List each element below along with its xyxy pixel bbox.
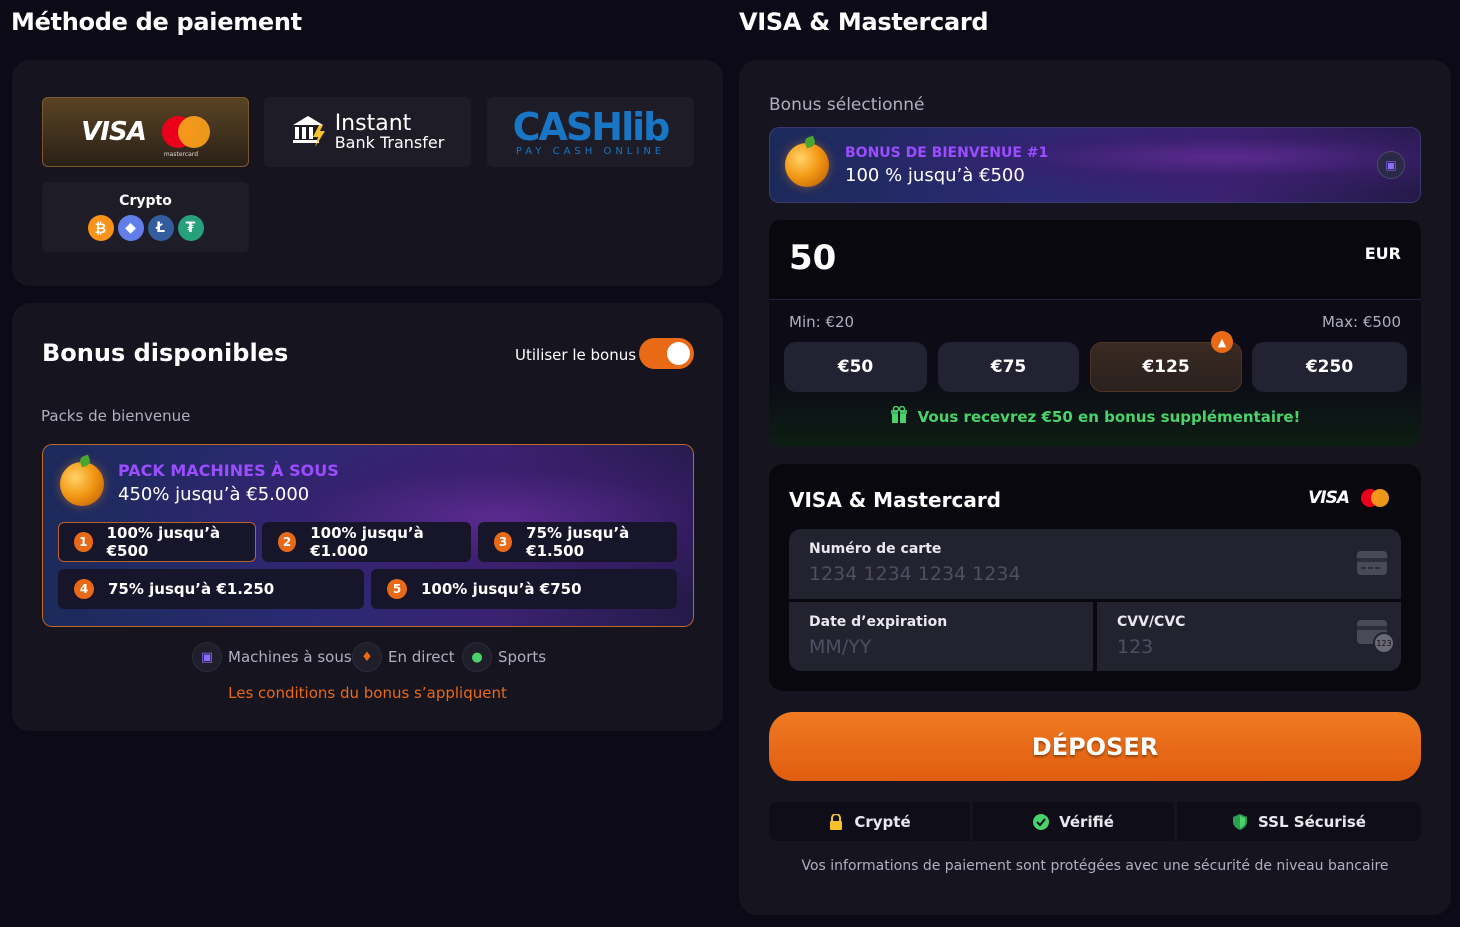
credit-card-icon xyxy=(1357,551,1387,579)
trust-encrypted: Crypté xyxy=(769,802,970,841)
selected-bonus-card[interactable]: BONUS DE BIENVENUE #1 100 % jusqu’à €500… xyxy=(769,127,1421,203)
deposit-button[interactable]: DÉPOSER xyxy=(769,712,1421,781)
expiry-input[interactable] xyxy=(809,636,1053,658)
ethereum-icon: ◆ xyxy=(117,215,144,241)
pack-subtitle: 450% jusqu’à €5.000 xyxy=(118,484,310,505)
quick-amount-50[interactable]: €50 xyxy=(784,342,927,392)
card-number-input[interactable] xyxy=(809,563,1299,585)
live-casino-icon: ♦ xyxy=(352,642,382,672)
slots-pack-card[interactable]: PACK MACHINES À SOUS 450% jusqu’à €5.000… xyxy=(42,444,694,627)
visa-logo: VISA xyxy=(1308,488,1350,508)
slot-machine-icon: ▣ xyxy=(1377,151,1405,179)
min-amount: Min: €20 xyxy=(789,313,855,331)
lock-icon xyxy=(828,813,844,830)
cashlib-logo: CASHlib xyxy=(512,104,671,149)
quick-amount-250[interactable]: €250 xyxy=(1252,342,1407,392)
mastercard-logo: mastercard xyxy=(161,116,210,158)
cvv-label: CVV/CVC xyxy=(1117,614,1186,630)
visa-logo: VISA xyxy=(81,117,147,147)
bank-icon xyxy=(291,113,327,151)
tether-icon: ₮ xyxy=(177,215,204,241)
fruit-icon xyxy=(60,462,104,506)
bonus-panel: Bonus disponibles Utiliser le bonus Pack… xyxy=(12,303,723,731)
fire-icon: ▲ xyxy=(1211,331,1233,353)
fruit-icon xyxy=(785,143,829,187)
card-brand-logos: VISA xyxy=(1308,488,1389,508)
quick-amount-75[interactable]: €75 xyxy=(938,342,1079,392)
category-sports: ● Sports xyxy=(462,642,546,672)
amount-value[interactable]: 50 xyxy=(789,238,836,278)
card-number-field[interactable]: Numéro de carte xyxy=(789,529,1401,599)
cvv-input[interactable] xyxy=(1117,636,1361,658)
cashlib-tagline: PAY CASH ONLINE xyxy=(515,145,666,157)
pack-step-3[interactable]: 3 75% jusqu’à €1.500 xyxy=(478,522,677,562)
max-amount: Max: €500 xyxy=(1321,313,1401,331)
shield-icon xyxy=(1232,813,1248,830)
security-footer: Vos informations de paiement sont protég… xyxy=(801,858,1389,874)
method-cashlib[interactable]: CASHlib PAY CASH ONLINE xyxy=(487,97,694,167)
packs-label: Packs de bienvenue xyxy=(41,407,191,425)
litecoin-icon: Ł xyxy=(147,215,174,241)
cvv-card-icon: 123 xyxy=(1357,620,1395,654)
category-live: ♦ En direct xyxy=(352,642,455,672)
bitcoin-icon: ₿ xyxy=(87,215,114,241)
gift-icon xyxy=(890,405,908,428)
card-number-label: Numéro de carte xyxy=(809,541,942,557)
mastercard-logo xyxy=(1361,489,1389,507)
bank-transfer-label: Bank Transfer xyxy=(334,133,445,152)
amount-box: 50 EUR Min: €20 Max: €500 €50 €75 €125 ▲… xyxy=(769,220,1421,447)
trust-ssl: SSL Sécurisé xyxy=(1177,802,1421,841)
card-section-title: VISA & Mastercard xyxy=(789,488,1001,512)
currency-label: EUR xyxy=(1364,244,1401,263)
bonus-panel-title: Bonus disponibles xyxy=(42,339,289,367)
expiry-field[interactable]: Date d’expiration xyxy=(789,602,1093,671)
card-section: VISA & Mastercard VISA Numéro de carte D… xyxy=(769,464,1421,691)
pack-step-5[interactable]: 5 100% jusqu’à €750 xyxy=(371,569,677,609)
bonus-note: Vous recevrez €50 en bonus supplémentair… xyxy=(769,405,1421,428)
slot-machine-icon: ▣ xyxy=(192,642,222,672)
selected-bonus-subtitle: 100 % jusqu’à €500 xyxy=(845,165,1025,186)
selected-bonus-title: BONUS DE BIENVENUE #1 xyxy=(845,145,1049,161)
cvv-field[interactable]: CVV/CVC 123 xyxy=(1097,602,1401,671)
visa-mastercard-title: VISA & Mastercard xyxy=(739,8,989,36)
pack-step-1[interactable]: 1 100% jusqu’à €500 xyxy=(58,522,256,562)
method-crypto[interactable]: Crypto ₿ ◆ Ł ₮ xyxy=(42,182,249,252)
method-visa-mastercard[interactable]: VISA mastercard xyxy=(42,97,249,167)
deposit-panel: Bonus sélectionné BONUS DE BIENVENUE #1 … xyxy=(739,60,1451,915)
category-slots: ▣ Machines à sous xyxy=(192,642,352,672)
payment-methods-panel: VISA mastercard Instant Bank Transfer CA… xyxy=(12,60,723,286)
use-bonus-label: Utiliser le bonus xyxy=(515,346,637,364)
amount-input-area[interactable]: 50 EUR xyxy=(769,220,1421,300)
verified-badge-icon xyxy=(1033,813,1050,830)
bonus-terms-link[interactable]: Les conditions du bonus s’appliquent xyxy=(12,684,723,702)
pack-title: PACK MACHINES À SOUS xyxy=(118,461,339,480)
payment-method-title: Méthode de paiement xyxy=(11,8,302,36)
selected-bonus-label: Bonus sélectionné xyxy=(769,95,925,115)
pack-step-2[interactable]: 2 100% jusqu’à €1.000 xyxy=(262,522,471,562)
crypto-label: Crypto xyxy=(119,193,172,209)
pack-step-4[interactable]: 4 75% jusqu’à €1.250 xyxy=(58,569,364,609)
instant-label: Instant xyxy=(334,111,412,136)
expiry-label: Date d’expiration xyxy=(809,614,948,630)
sports-icon: ● xyxy=(462,642,492,672)
trust-verified: Vérifié xyxy=(973,802,1174,841)
method-instant-bank[interactable]: Instant Bank Transfer xyxy=(264,97,471,167)
use-bonus-toggle[interactable] xyxy=(639,338,694,369)
